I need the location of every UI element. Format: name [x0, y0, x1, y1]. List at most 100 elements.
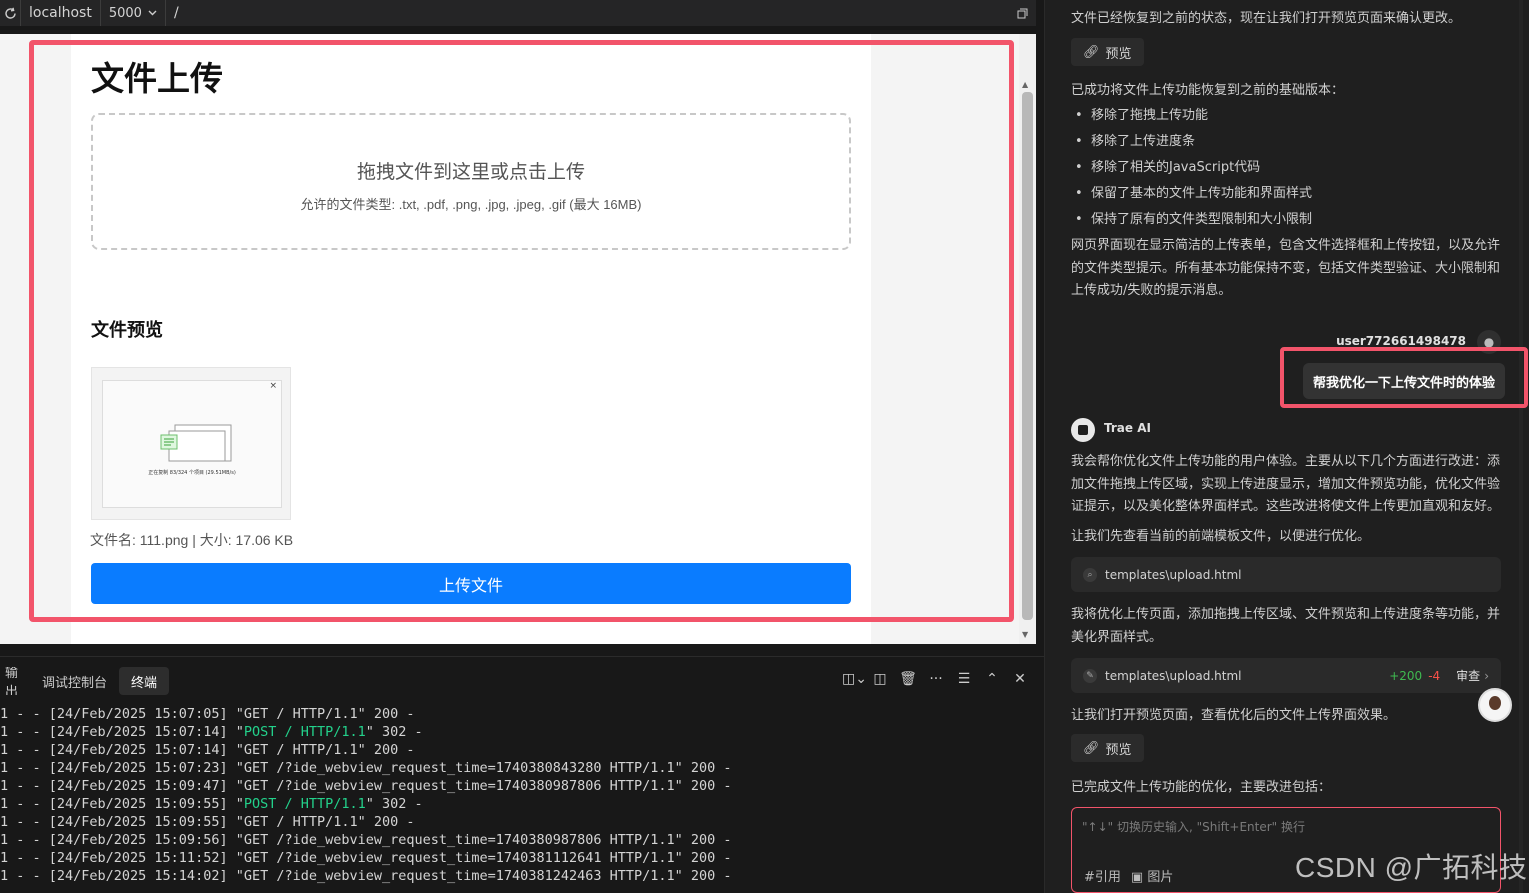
thumbnail-dialog: × 正在复制 83/324 个项目 (29.51MB/s) [102, 380, 282, 508]
log-prefix: 1 - - [24/Feb/2025 15:09:55] " [0, 814, 244, 830]
list-item: 移除了拖拽上传功能 [1071, 103, 1503, 129]
scroll-down-icon[interactable]: ▼ [1022, 630, 1028, 639]
log-line: 1 - - [24/Feb/2025 15:14:02] "GET /?ide_… [0, 867, 732, 885]
chat-message: 我会帮你优化文件上传功能的用户体验。主要从以下几个方面进行改进：添加文件拖拽上传… [1071, 454, 1501, 514]
close-icon[interactable]: ✕ [1010, 671, 1030, 687]
computer-icon [160, 424, 232, 462]
log-request: GET / HTTP/1.1 [243, 742, 358, 758]
upload-page: 文件上传 拖拽文件到这里或点击上传 允许的文件类型: .txt, .pdf, .… [71, 34, 871, 644]
split-terminal-icon[interactable]: ◫⌄ [842, 671, 867, 687]
user-avatar-icon: ● [1477, 330, 1501, 354]
popout-icon[interactable] [1008, 8, 1036, 19]
log-status: " 200 - [357, 742, 415, 758]
log-status: " 200 - [674, 760, 732, 776]
list-item: 移除了相关的JavaScript代码 [1071, 155, 1503, 181]
log-status: " 200 - [674, 868, 732, 884]
upload-button[interactable]: 上传文件 [91, 563, 851, 604]
preview-button-label: 预览 [1105, 742, 1132, 758]
chat-input-placeholder: "↑↓" 切换历史输入, "Shift+Enter" 换行 [1082, 820, 1305, 834]
tab-output[interactable]: 输出 [0, 667, 30, 695]
file-diff-card[interactable]: ✎ templates\upload.html +200 -4 审查 › [1071, 658, 1501, 693]
thumbnail-caption: 正在复制 83/324 个项目 (29.51MB/s) [148, 470, 236, 476]
log-line: 1 - - [24/Feb/2025 15:11:52] "GET /?ide_… [0, 849, 732, 867]
file-name: templates\upload.html [1105, 567, 1242, 582]
url-bar: localhost 5000 / [0, 0, 1036, 26]
image-button[interactable]: ▣ 图片 [1131, 866, 1173, 885]
log-prefix: 1 - - [24/Feb/2025 15:11:52] " [0, 850, 244, 866]
file-info: 文件名: 111.png | 大小: 17.06 KB [90, 532, 294, 548]
chat-message: 我将优化上传页面，添加拖拽上传区域、文件预览和上传进度条等功能，并美化界面样式。 [1071, 607, 1501, 645]
chat-message: 让我们先查看当前的前端模板文件，以便进行优化。 [1071, 529, 1371, 544]
user-message: 帮我优化一下上传文件时的体验 [1303, 363, 1506, 399]
layout-icon[interactable]: ◫ [870, 671, 890, 687]
search-icon: ⌕ [1083, 567, 1097, 582]
chat-message: 网页界面现在显示简洁的上传表单，包含文件选择框和上传按钮，以及允许的文件类型提示… [1071, 238, 1501, 298]
log-line: 1 - - [24/Feb/2025 15:09:55] "GET / HTTP… [0, 813, 732, 831]
log-prefix: 1 - - [24/Feb/2025 15:07:05] " [0, 706, 244, 722]
log-request: GET /?ide_webview_request_time=174038084… [243, 760, 675, 776]
url-host[interactable]: localhost [20, 0, 100, 26]
panel-actions: ◫⌄ ◫ 🗑 ··· ☰ ⌃ ✕ [842, 671, 1030, 687]
file-preview-thumbnail: × 正在复制 83/324 个项目 (29.51MB/s) [91, 367, 291, 520]
preview-title: 文件预览 [91, 320, 163, 341]
edit-icon: ✎ [1083, 668, 1097, 683]
log-request: GET /?ide_webview_request_time=174038098… [243, 778, 675, 794]
log-status: " 200 - [674, 850, 732, 866]
input-tools: #引用 ▣ 图片 [1084, 866, 1173, 885]
ai-name: Trae AI [1104, 421, 1151, 435]
tab-debug-console[interactable]: 调试控制台 [30, 667, 119, 695]
reload-icon[interactable] [0, 0, 20, 26]
scrollbar-thumb[interactable] [1022, 92, 1033, 620]
settings-sliders-icon[interactable]: ☰ [954, 671, 974, 687]
chat-message: 让我们打开预览页面，查看优化后的文件上传界面效果。 [1071, 708, 1397, 723]
webview-content: 文件上传 拖拽文件到这里或点击上传 允许的文件类型: .txt, .pdf, .… [0, 34, 1036, 644]
tab-terminal[interactable]: 终端 [119, 667, 170, 695]
log-line: 1 - - [24/Feb/2025 15:07:14] "GET / HTTP… [0, 741, 732, 759]
review-link[interactable]: 审查 [1456, 667, 1480, 684]
log-prefix: 1 - - [24/Feb/2025 15:14:02] " [0, 868, 244, 884]
trash-icon[interactable]: 🗑 [898, 671, 918, 687]
log-status: " 302 - [365, 724, 423, 740]
webview-scrollbar[interactable]: ▲ ▼ [1019, 34, 1036, 644]
terminal-log: 1 - - [24/Feb/2025 15:07:05] " GET / HTTP… [0, 705, 732, 885]
user-name: user772661498478 [1336, 334, 1466, 348]
log-request: GET / HTTP/1.1 [243, 814, 358, 830]
preview-button[interactable]: 🔗︎ 预览 [1071, 38, 1144, 66]
more-icon[interactable]: ··· [926, 671, 946, 687]
log-line: 1 - - [24/Feb/2025 15:07:05] "GET / HTTP… [0, 705, 732, 723]
link-icon: 🔗︎ [1083, 740, 1100, 756]
app-root: localhost 5000 / 文件上传 拖拽文件到这里或点击上传 允许的文件… [0, 0, 1529, 893]
chevron-up-icon[interactable]: ⌃ [982, 671, 1002, 687]
scroll-up-icon[interactable]: ▲ [1022, 80, 1028, 89]
webview-pane: localhost 5000 / 文件上传 拖拽文件到这里或点击上传 允许的文件… [0, 0, 1044, 893]
log-line: 1 - - [24/Feb/2025 15:09:56] "GET /?ide_… [0, 831, 732, 849]
log-prefix: 1 - - [24/Feb/2025 15:07:14] " [0, 742, 244, 758]
log-line: 1 - - [24/Feb/2025 15:09:47] "GET /?ide_… [0, 777, 732, 795]
log-request: GET /?ide_webview_request_time=174038098… [243, 832, 675, 848]
dropzone-title: 拖拽文件到这里或点击上传 [356, 161, 585, 183]
chevron-right-icon: › [1484, 668, 1489, 683]
log-request: GET /?ide_webview_request_time=174038111… [243, 850, 675, 866]
page-title: 文件上传 [91, 59, 223, 98]
list-item: 保持了原有的文件类型限制和大小限制 [1071, 207, 1503, 233]
log-status: " 200 - [357, 706, 415, 722]
reference-button[interactable]: #引用 [1084, 866, 1121, 885]
file-reference-card[interactable]: ⌕ templates\upload.html [1071, 557, 1501, 592]
log-prefix: 1 - - [24/Feb/2025 15:09:55] " [0, 796, 244, 812]
diff-deletions: -4 [1428, 668, 1441, 683]
list-item: 移除了上传进度条 [1071, 129, 1503, 155]
log-line: 1 - - [24/Feb/2025 15:09:55] "POST / HTT… [0, 795, 732, 813]
chat-message: 文件已经恢复到之前的状态，现在让我们打开预览页面来确认更改。 [1071, 11, 1462, 26]
dropzone[interactable]: 拖拽文件到这里或点击上传 允许的文件类型: .txt, .pdf, .png, … [91, 113, 851, 250]
url-port-select[interactable]: 5000 [99, 0, 165, 26]
diff-additions: +200 [1389, 668, 1423, 683]
preview-button-2[interactable]: 🔗︎ 预览 [1071, 734, 1144, 762]
watermark: CSDN @广拓科技 [1295, 852, 1528, 883]
ai-avatar-icon [1071, 418, 1095, 442]
dropzone-hint: 允许的文件类型: .txt, .pdf, .png, .jpg, .jpeg, … [300, 197, 642, 212]
change-list: 移除了拖拽上传功能 移除了上传进度条 移除了相关的JavaScript代码 保留… [1071, 103, 1503, 233]
log-line: 1 - - [24/Feb/2025 15:07:14] "POST / HTT… [0, 723, 732, 741]
log-request: GET /?ide_webview_request_time=174038124… [243, 868, 675, 884]
url-path[interactable]: / [164, 0, 1008, 26]
chat-scrollbar[interactable] [1519, 0, 1523, 893]
